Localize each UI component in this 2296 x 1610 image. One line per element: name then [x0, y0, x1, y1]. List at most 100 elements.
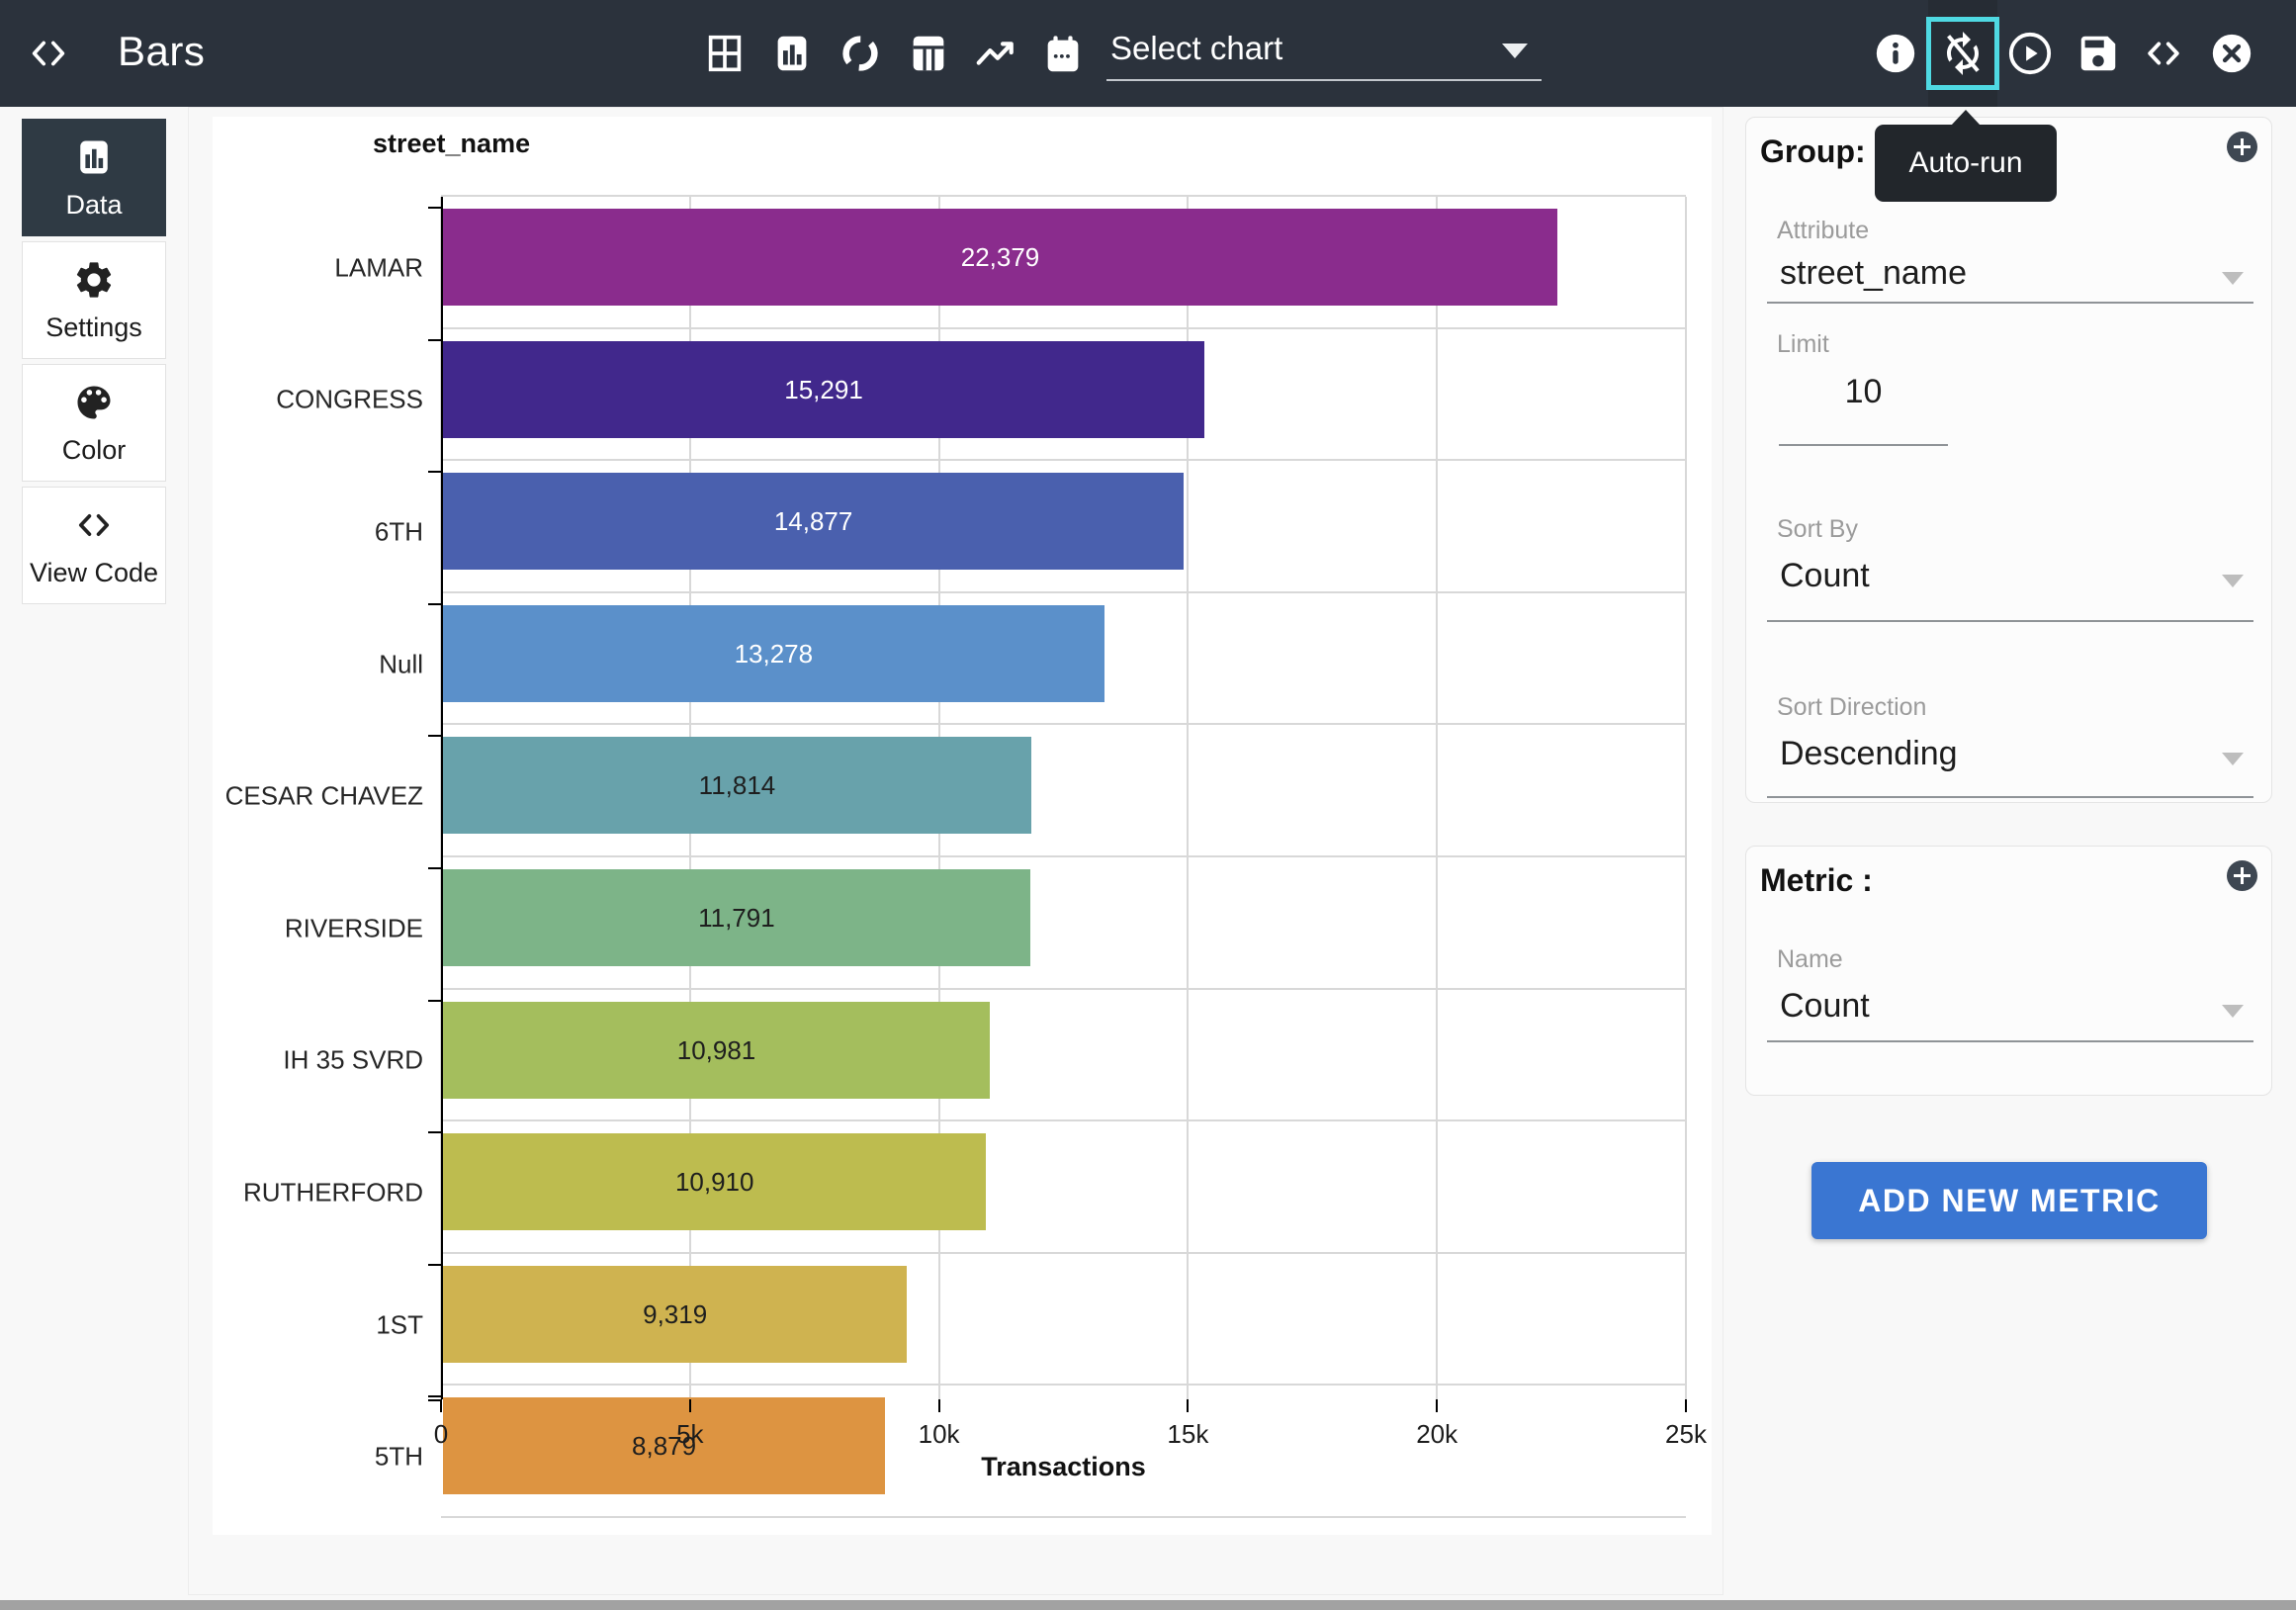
autorun-tooltip: Auto-run — [1875, 125, 2057, 202]
x-axis-tick — [1436, 1399, 1438, 1412]
metric-name-select[interactable]: Count — [1780, 987, 2252, 1032]
navbar-code-icon[interactable] — [26, 31, 71, 76]
auto-run-toggle-button[interactable] — [1926, 17, 1999, 90]
close-button[interactable] — [2209, 31, 2254, 76]
x-tick-label: 15k — [1167, 1419, 1208, 1450]
sidebar-item-color[interactable]: Color — [22, 364, 166, 482]
add-group-button[interactable] — [2227, 132, 2257, 162]
limit-input[interactable]: 10 — [1779, 373, 1948, 418]
y-axis-tick — [428, 603, 441, 605]
y-axis-tick — [428, 339, 441, 341]
group-panel-title: Group: 1 — [1760, 134, 1892, 170]
gear-icon — [72, 258, 116, 302]
x-axis-tick — [1187, 1399, 1189, 1412]
sort-direction-select[interactable]: Descending — [1780, 735, 2252, 780]
plus-icon — [2241, 138, 2244, 155]
y-axis-tick — [428, 207, 441, 209]
attribute-label: Attribute — [1777, 217, 1869, 245]
bar-chart-button[interactable] — [769, 31, 815, 76]
save-button[interactable] — [2075, 31, 2121, 76]
donut-chart-button[interactable] — [838, 31, 883, 76]
sort-by-select[interactable]: Count — [1780, 557, 2252, 602]
code-icon — [72, 503, 116, 547]
category-label: RUTHERFORD — [243, 1177, 423, 1208]
category-label: CESAR CHAVEZ — [225, 781, 423, 812]
view-code-button[interactable] — [2141, 31, 2186, 76]
chevron-down-icon — [2222, 575, 2244, 587]
table-chart-button[interactable] — [702, 31, 748, 76]
x-tick-label: 10k — [919, 1419, 960, 1450]
y-axis-tick — [428, 471, 441, 473]
select-chart-dropdown[interactable]: Select chart — [1106, 22, 1542, 83]
table-icon — [702, 31, 748, 76]
x-tick-label: 5k — [676, 1419, 703, 1450]
sort-by-underline — [1767, 620, 2253, 622]
y-axis-tick — [428, 1131, 441, 1133]
sidebar-item-view-code[interactable]: View Code — [22, 487, 166, 604]
sort-direction-underline — [1767, 796, 2253, 798]
x-axis-tick — [1685, 1399, 1687, 1412]
sidebar-item-label: Color — [62, 435, 127, 466]
sidebar-item-data[interactable]: Data — [22, 119, 166, 236]
select-chart-underline — [1106, 79, 1542, 81]
add-metric-plus-button[interactable] — [2227, 860, 2257, 891]
close-icon — [2209, 31, 2254, 76]
limit-underline — [1779, 444, 1948, 446]
calendar-button[interactable] — [1040, 31, 1086, 76]
column-chart-icon — [906, 31, 951, 76]
chevron-down-icon — [2222, 753, 2244, 765]
chart-title: street_name — [373, 129, 530, 159]
category-label: LAMAR — [334, 252, 423, 283]
attribute-select[interactable]: street_name — [1780, 254, 2252, 300]
bar-chart-plot: LAMAR22,379CONGRESS15,2916TH14,877Null13… — [441, 195, 1686, 1399]
limit-label: Limit — [1777, 330, 1829, 359]
category-label: 5TH — [375, 1442, 423, 1473]
chevron-down-icon — [2222, 272, 2244, 285]
y-axis-tick — [428, 735, 441, 737]
sidebar-item-label: View Code — [30, 558, 158, 588]
y-axis-line — [441, 197, 443, 1399]
column-chart-button[interactable] — [906, 31, 951, 76]
category-label: Null — [379, 649, 423, 679]
info-icon — [1873, 31, 1918, 76]
y-axis-tick — [428, 867, 441, 869]
bar-chart-icon — [769, 31, 815, 76]
auto-run-icon — [1939, 30, 1987, 77]
plus-icon — [2241, 867, 2244, 884]
tooltip-arrow — [1951, 110, 1981, 126]
add-new-metric-button[interactable]: ADD NEW METRIC — [1811, 1162, 2207, 1239]
save-icon — [2075, 31, 2121, 76]
donut-chart-icon — [838, 31, 883, 76]
horizontal-scrollbar[interactable] — [0, 1600, 2296, 1610]
navbar: Bars — [0, 0, 2296, 107]
metric-name-label: Name — [1777, 945, 1843, 974]
category-label: 1ST — [376, 1309, 423, 1340]
line-chart-button[interactable] — [973, 31, 1018, 76]
chevron-down-icon — [1502, 44, 1528, 58]
x-axis: 05k10k15k20k25k — [441, 197, 1686, 1399]
y-axis-tick — [428, 1000, 441, 1002]
attribute-value: street_name — [1780, 254, 1967, 292]
sidebar-item-settings[interactable]: Settings — [22, 241, 166, 359]
code-icon — [26, 31, 71, 76]
category-label: RIVERSIDE — [285, 913, 423, 943]
chart-card: street_name LAMAR22,379CONGRESS15,2916TH… — [213, 117, 1712, 1535]
metric-panel: Metric : Name Count — [1745, 846, 2272, 1096]
sort-direction-value: Descending — [1780, 735, 1958, 772]
sort-direction-label: Sort Direction — [1777, 693, 1926, 722]
code-icon — [2141, 31, 2186, 76]
run-query-button[interactable] — [2007, 31, 2053, 76]
info-button[interactable] — [1873, 31, 1918, 76]
app-title: Bars — [118, 28, 205, 75]
category-label: 6TH — [375, 516, 423, 547]
group-panel: Group: 1 Attribute street_name Limit 10 … — [1745, 117, 2272, 803]
x-tick-label: 25k — [1665, 1419, 1707, 1450]
metric-panel-title: Metric : — [1760, 862, 1873, 899]
chevron-down-icon — [2222, 1005, 2244, 1018]
sidebar-item-label: Data — [65, 190, 122, 221]
sort-by-value: Count — [1780, 557, 1870, 594]
y-axis-tick — [428, 1395, 441, 1397]
category-label: IH 35 SVRD — [283, 1045, 423, 1076]
x-axis-tick — [440, 1399, 442, 1412]
x-axis-tick — [689, 1399, 691, 1412]
